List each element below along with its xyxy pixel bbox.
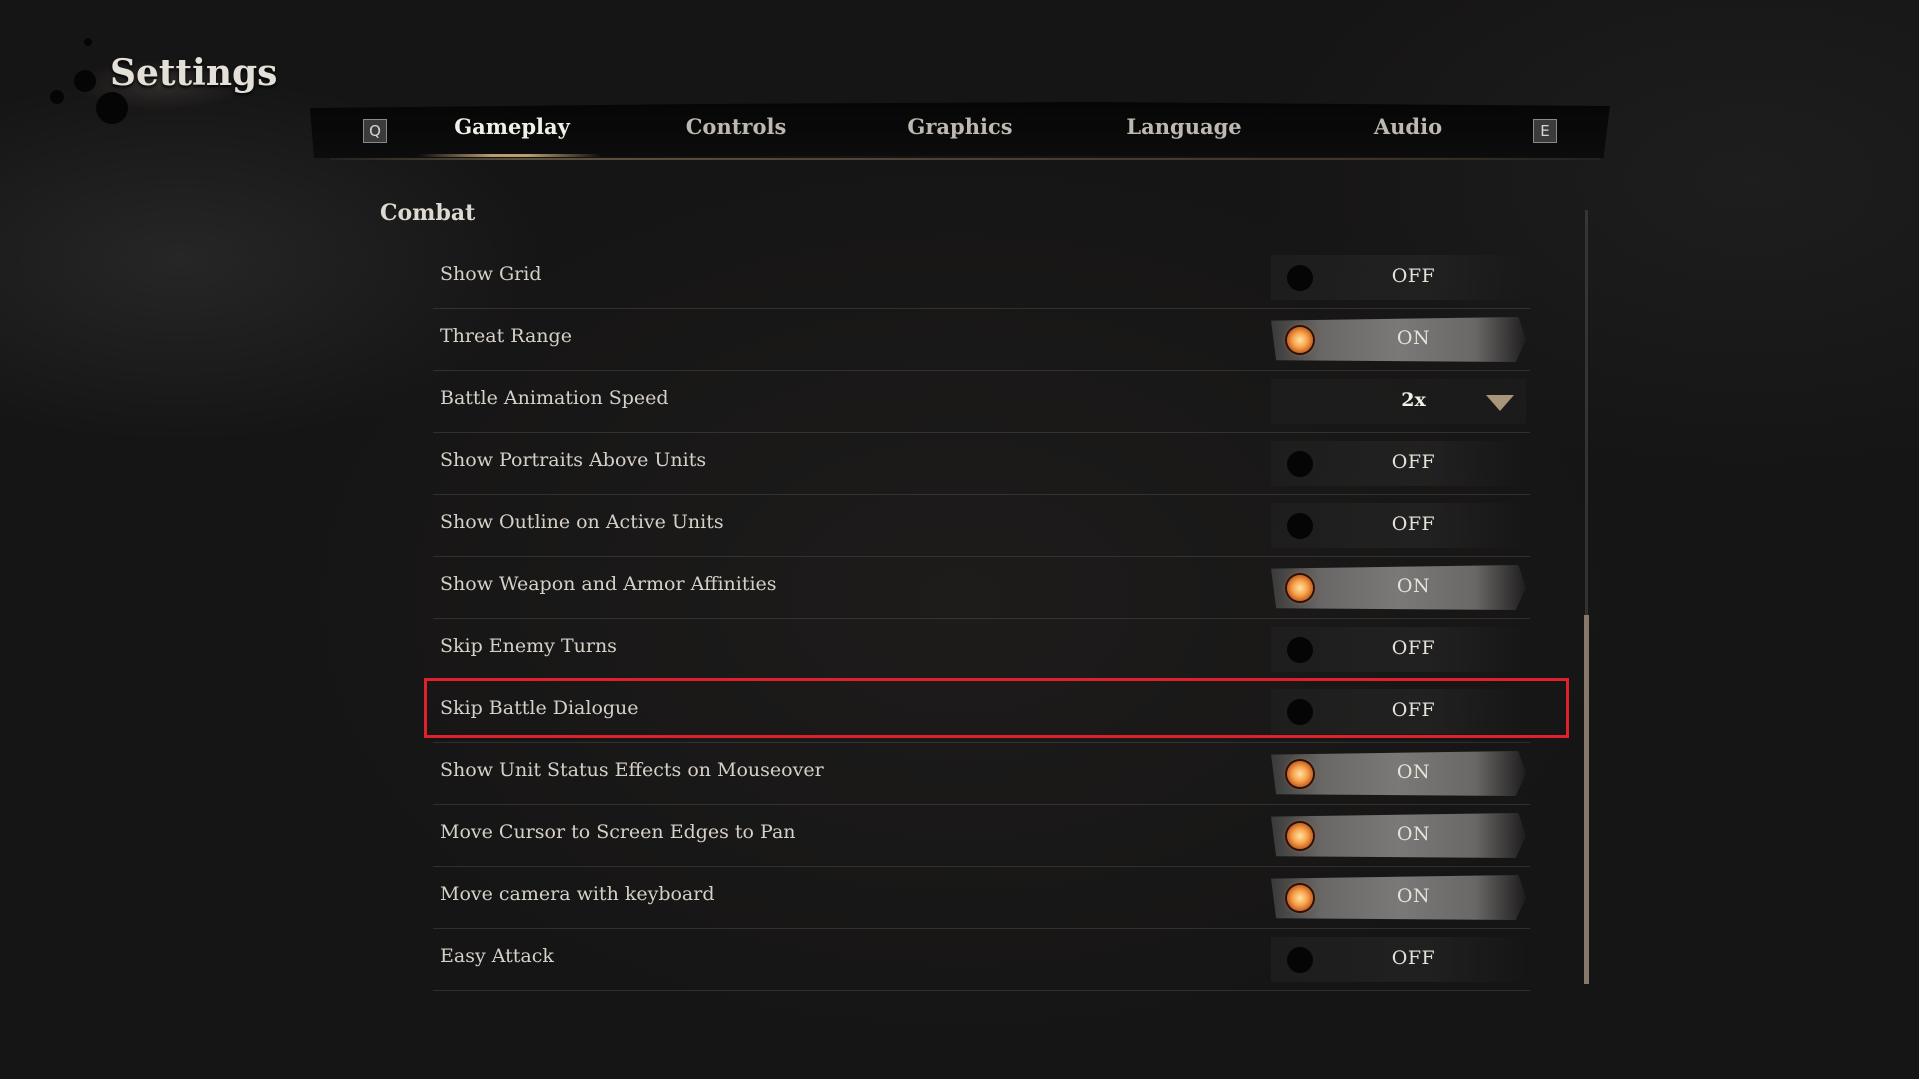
tab-language[interactable]: Language — [1114, 114, 1254, 144]
setting-label: Show Grid — [440, 263, 542, 285]
setting-row-show-grid: Show Grid OFF — [433, 246, 1530, 309]
toggle-knob-icon — [1287, 761, 1313, 787]
setting-row-show-affinities: Show Weapon and Armor Affinities ON — [433, 556, 1530, 619]
ink-dot-decoration — [50, 90, 64, 104]
tab-bar-divider — [330, 158, 1600, 160]
battle-animation-speed-dropdown[interactable]: 2x — [1271, 379, 1526, 424]
setting-label: Show Unit Status Effects on Mouseover — [440, 759, 824, 781]
setting-row-threat-range: Threat Range ON — [433, 308, 1530, 371]
setting-label: Battle Animation Speed — [440, 387, 669, 409]
toggle-threat-range[interactable]: ON — [1271, 317, 1526, 362]
toggle-value: ON — [1396, 327, 1431, 349]
setting-label: Easy Attack — [440, 945, 554, 967]
toggle-knob-icon — [1287, 637, 1313, 663]
next-tab-key-icon[interactable]: E — [1533, 119, 1557, 143]
toggle-show-grid[interactable]: OFF — [1271, 255, 1526, 300]
toggle-show-status-effects[interactable]: ON — [1271, 751, 1526, 796]
toggle-knob-icon — [1287, 451, 1313, 477]
toggle-easy-attack[interactable]: OFF — [1271, 937, 1526, 982]
toggle-show-affinities[interactable]: ON — [1271, 565, 1526, 610]
toggle-keyboard-camera[interactable]: ON — [1271, 875, 1526, 920]
ink-dot-decoration — [84, 38, 92, 46]
setting-row-show-status-effects: Show Unit Status Effects on Mouseover ON — [433, 742, 1530, 805]
setting-label: Show Outline on Active Units — [440, 511, 724, 533]
setting-label: Move camera with keyboard — [440, 883, 715, 905]
toggle-value: ON — [1396, 761, 1431, 783]
toggle-knob-icon — [1287, 265, 1313, 291]
setting-row-show-outline: Show Outline on Active Units OFF — [433, 494, 1530, 557]
toggle-value: OFF — [1391, 513, 1436, 535]
setting-row-show-portraits: Show Portraits Above Units OFF — [433, 432, 1530, 495]
toggle-value: ON — [1396, 885, 1431, 907]
toggle-show-outline[interactable]: OFF — [1271, 503, 1526, 548]
toggle-value: ON — [1396, 575, 1431, 597]
toggle-value: OFF — [1391, 265, 1436, 287]
setting-label: Move Cursor to Screen Edges to Pan — [440, 821, 796, 843]
page-title: Settings — [110, 52, 278, 94]
toggle-value: OFF — [1391, 637, 1436, 659]
setting-row-skip-enemy-turns: Skip Enemy Turns OFF — [433, 618, 1530, 681]
toggle-edge-pan[interactable]: ON — [1271, 813, 1526, 858]
tab-audio[interactable]: Audio — [1338, 114, 1478, 144]
ink-dot-decoration — [74, 70, 96, 92]
toggle-knob-icon — [1287, 823, 1313, 849]
chevron-down-icon — [1486, 395, 1514, 411]
setting-label: Threat Range — [440, 325, 572, 347]
toggle-knob-icon — [1287, 885, 1313, 911]
prev-tab-key-icon[interactable]: Q — [363, 119, 387, 143]
toggle-knob-icon — [1287, 575, 1313, 601]
toggle-value: ON — [1396, 823, 1431, 845]
setting-label: Skip Enemy Turns — [440, 635, 617, 657]
setting-row-keyboard-camera: Move camera with keyboard ON — [433, 866, 1530, 929]
dropdown-value: 2x — [1401, 389, 1426, 411]
toggle-knob-icon — [1287, 513, 1313, 539]
tab-graphics[interactable]: Graphics — [890, 114, 1030, 144]
setting-row-battle-animation-speed: Battle Animation Speed 2x — [433, 370, 1530, 433]
toggle-skip-enemy-turns[interactable]: OFF — [1271, 627, 1526, 672]
setting-row-easy-attack: Easy Attack OFF — [433, 928, 1530, 991]
setting-label: Show Weapon and Armor Affinities — [440, 573, 777, 595]
setting-row-edge-pan: Move Cursor to Screen Edges to Pan ON — [433, 804, 1530, 867]
toggle-knob-icon — [1287, 947, 1313, 973]
selection-highlight — [424, 678, 1569, 738]
toggle-knob-icon — [1287, 327, 1313, 353]
scrollbar-thumb[interactable] — [1584, 615, 1589, 984]
toggle-value: OFF — [1391, 947, 1436, 969]
ink-dot-decoration — [96, 92, 128, 124]
toggle-value: OFF — [1391, 451, 1436, 473]
toggle-show-portraits[interactable]: OFF — [1271, 441, 1526, 486]
setting-label: Show Portraits Above Units — [440, 449, 707, 471]
title-area: Settings — [20, 30, 280, 130]
tab-controls[interactable]: Controls — [666, 114, 806, 144]
section-title: Combat — [380, 200, 476, 226]
active-tab-indicator — [418, 154, 602, 157]
tab-gameplay[interactable]: Gameplay — [442, 114, 582, 144]
